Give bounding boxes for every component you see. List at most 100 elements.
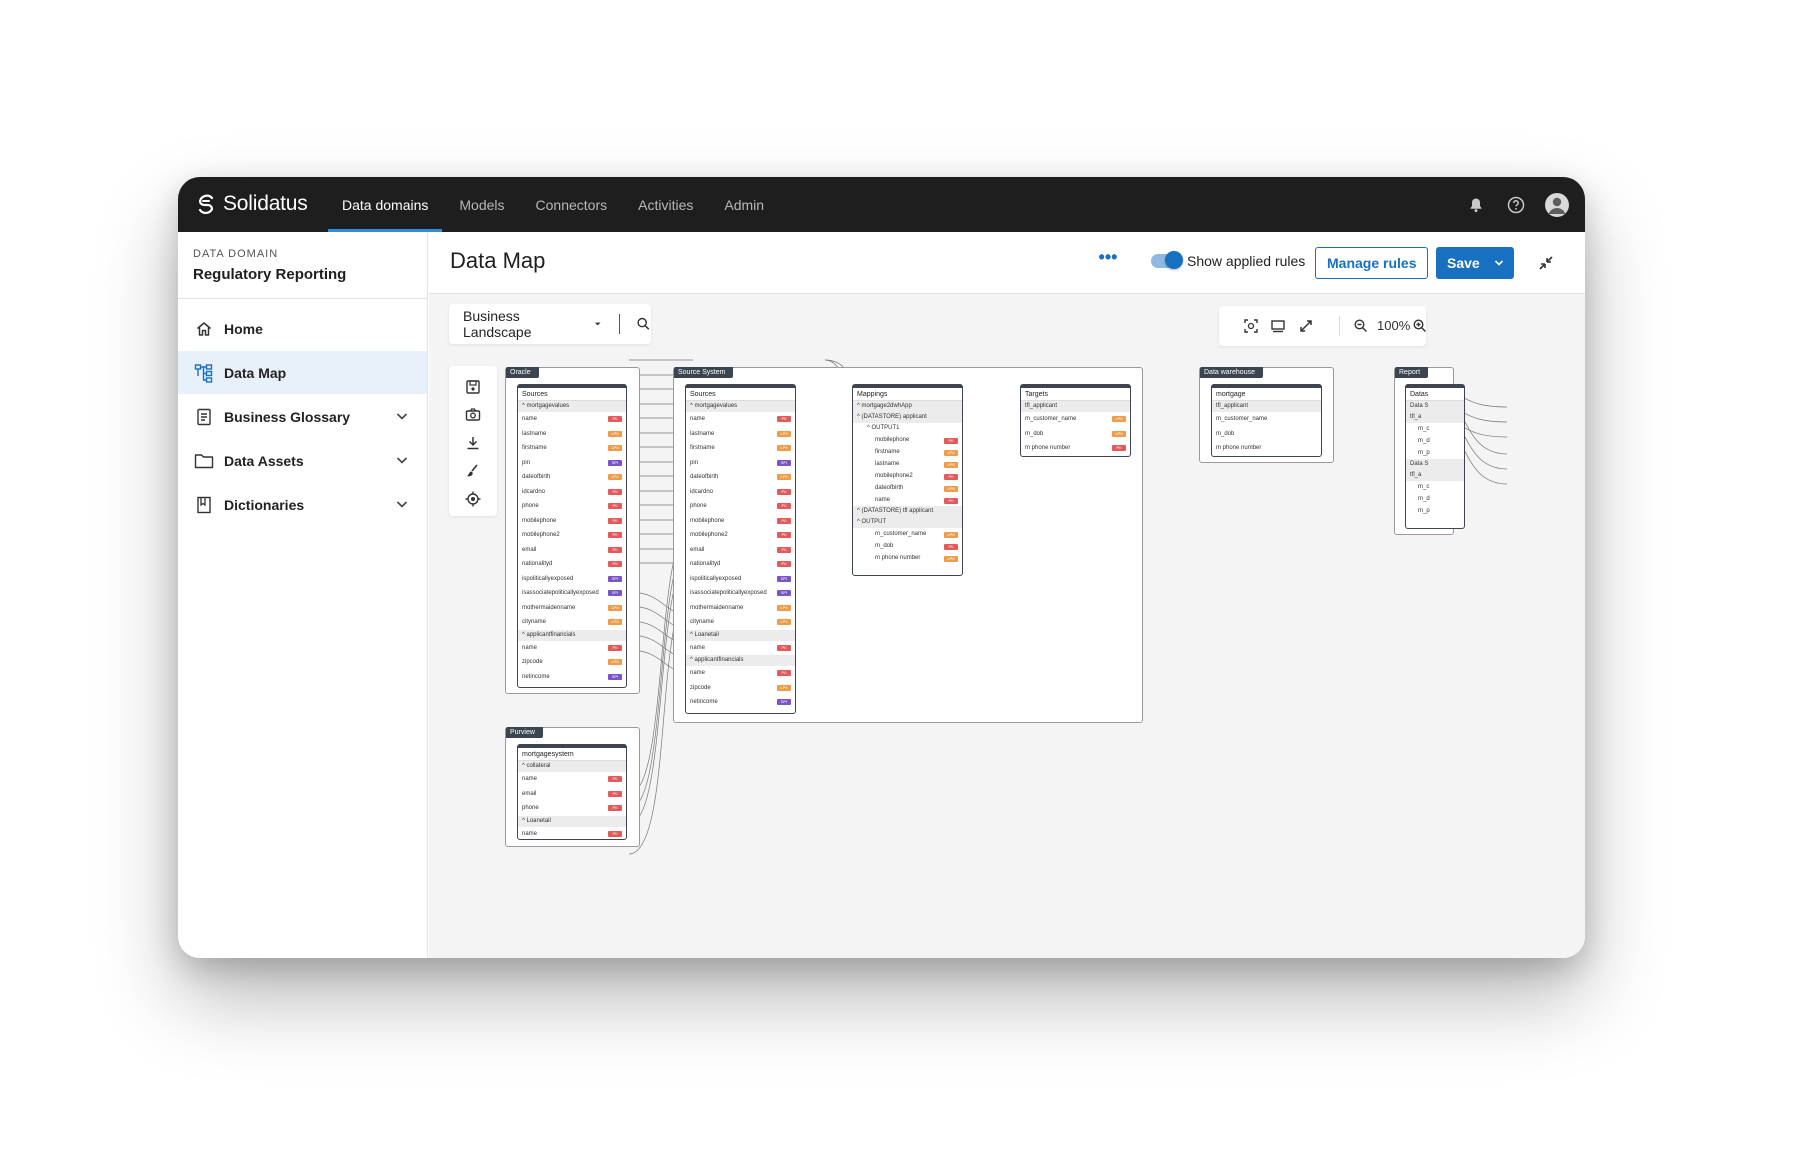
field-row[interactable]: m_d <box>1406 493 1464 505</box>
field-row[interactable]: mobilephone PII <box>686 514 795 529</box>
field-row[interactable]: name PII <box>686 641 795 656</box>
fit-screen-icon[interactable] <box>1243 318 1259 334</box>
account-avatar[interactable] <box>1545 192 1569 217</box>
field-row[interactable]: m_c <box>1406 423 1464 435</box>
entity-section[interactable]: ^ collateral <box>518 761 626 772</box>
field-row[interactable]: email PII <box>518 543 626 558</box>
field-row[interactable]: m_dob PII <box>853 540 962 552</box>
field-row[interactable]: m_customer_name LPII <box>853 528 962 540</box>
landscape-dropdown[interactable]: Business Landscape <box>463 308 585 340</box>
field-row[interactable]: m phone number LPII <box>853 552 962 564</box>
field-row[interactable]: name PII <box>686 666 795 681</box>
field-row[interactable]: phone PII <box>518 801 626 816</box>
field-row[interactable]: mothermaidenname LPII <box>518 601 626 616</box>
field-row[interactable]: availableincomeSPI <box>686 710 795 714</box>
field-row[interactable]: cityname LPII <box>686 615 795 630</box>
field-row[interactable]: m_p <box>1406 447 1464 459</box>
entity-section[interactable]: ^ applicantfinancials <box>518 629 626 641</box>
entity-report[interactable]: Datas Data Stfl_a m_c m_d m_p Data Stfl_a m_c… <box>1405 384 1465 529</box>
nav-models[interactable]: Models <box>445 177 518 232</box>
entity-section[interactable]: ^ Loanetail <box>518 815 626 827</box>
nav-admin[interactable]: Admin <box>710 177 778 232</box>
field-row[interactable]: lastname LPII <box>686 427 795 442</box>
field-row[interactable]: m_c <box>1406 481 1464 493</box>
field-row[interactable]: m_dob <box>1212 427 1321 442</box>
field-row[interactable]: cityname LPII <box>518 615 626 630</box>
entity-section[interactable]: ^ mortgagevalues <box>686 401 795 412</box>
sidebar-item-data-map[interactable]: Data Map <box>178 351 427 394</box>
entity-section[interactable]: Data S <box>1406 401 1464 412</box>
sidebar-item-home[interactable]: Home <box>178 307 427 350</box>
field-row[interactable]: name PII <box>518 641 626 656</box>
field-row[interactable]: dateofbirth LPII <box>853 482 962 494</box>
sidebar-item-dictionaries[interactable]: Dictionaries <box>178 483 427 526</box>
chevron-down-icon[interactable] <box>395 497 409 511</box>
field-row[interactable]: phone PII <box>518 499 626 514</box>
field-row[interactable]: ispoliticallyexposed SPI <box>518 572 626 587</box>
field-row[interactable]: email PII <box>518 787 626 802</box>
field-row[interactable]: nationalityd PII <box>686 557 795 572</box>
field-row[interactable]: name PII <box>518 772 626 787</box>
bell-icon[interactable] <box>1465 194 1487 216</box>
field-row[interactable]: email PII <box>686 543 795 558</box>
field-row[interactable]: m_customer_name <box>1212 412 1321 427</box>
field-row[interactable]: zipcode LPII <box>686 681 795 696</box>
field-row[interactable]: lastname LPII <box>853 458 962 470</box>
collapse-icon[interactable] <box>1536 253 1556 273</box>
field-row[interactable]: nationalityd PII <box>518 557 626 572</box>
entity-section[interactable]: ^ Loanetail <box>686 629 795 641</box>
field-row[interactable]: isassociatepoliticallyexposed SPI <box>518 586 626 601</box>
solidatus-logo[interactable]: Solidatus <box>195 189 308 219</box>
manage-rules-button[interactable]: Manage rules <box>1315 247 1429 279</box>
field-row[interactable]: name PII <box>518 412 626 427</box>
field-row[interactable]: name PII <box>853 494 962 506</box>
field-row[interactable]: pin SPI <box>518 456 626 471</box>
field-row[interactable]: availableincomeSPI <box>518 684 626 687</box>
layout-icon[interactable] <box>1270 318 1286 334</box>
field-row[interactable]: dateofbirth LPII <box>518 470 626 485</box>
field-row[interactable]: name PII <box>686 412 795 427</box>
paint-brush-icon[interactable] <box>464 462 482 480</box>
entity-warehouse-mortgage[interactable]: mortgage tfl_applicant m_customer_name m_… <box>1211 384 1322 457</box>
zoom-in-icon[interactable] <box>1412 318 1428 334</box>
field-row[interactable]: m_customer_name LPII <box>1021 412 1130 427</box>
nav-connectors[interactable]: Connectors <box>522 177 622 232</box>
field-row[interactable]: netincome SPI <box>518 670 626 685</box>
field-row[interactable]: m phone number <box>1212 441 1321 456</box>
field-row[interactable]: idcardno PII <box>518 485 626 500</box>
entity-section[interactable]: ^ OUTPUT <box>853 517 962 528</box>
more-options-button[interactable]: ••• <box>1096 248 1120 274</box>
field-row[interactable]: name PII <box>518 827 626 840</box>
field-row[interactable]: m phone number PII <box>1021 441 1130 456</box>
show-applied-rules-toggle[interactable] <box>1151 251 1183 269</box>
field-row[interactable]: m_d <box>1406 435 1464 447</box>
camera-icon[interactable] <box>464 406 482 424</box>
chevron-down-icon[interactable] <box>395 453 409 467</box>
entity-section[interactable]: ^ (DATASTORE) tfl applicant <box>853 506 962 517</box>
field-row[interactable]: mobilephone PII <box>518 514 626 529</box>
field-row[interactable]: m_p <box>1406 505 1464 517</box>
chevron-down-icon[interactable] <box>395 409 409 423</box>
field-row[interactable]: zipcode LPII <box>518 655 626 670</box>
entity-section[interactable]: ^ mortgage2dwhApp <box>853 401 962 412</box>
field-row[interactable]: m_dob LPII <box>1021 427 1130 442</box>
entity-section[interactable]: tfl_a <box>1406 412 1464 423</box>
field-row[interactable]: mobilephone2 PII <box>853 470 962 482</box>
sidebar-item-business-glossary[interactable]: Business Glossary <box>178 395 427 438</box>
field-row[interactable]: firstname LPII <box>518 441 626 456</box>
save-button[interactable]: Save <box>1436 247 1514 279</box>
field-row[interactable]: mobilephone2 PII <box>686 528 795 543</box>
entity-section[interactable]: ^ applicantfinancials <box>686 655 795 666</box>
entity-subsection[interactable]: ^ OUTPUT1 <box>853 423 962 434</box>
field-row[interactable]: idcardno PII <box>686 485 795 500</box>
search-icon[interactable] <box>636 316 651 332</box>
zoom-out-icon[interactable] <box>1353 318 1369 334</box>
help-icon[interactable] <box>1505 194 1527 216</box>
entity-section[interactable]: Data S <box>1406 459 1464 470</box>
field-row[interactable]: pin SPI <box>686 456 795 471</box>
field-row[interactable]: lastname LPII <box>518 427 626 442</box>
sidebar-item-data-assets[interactable]: Data Assets <box>178 439 427 482</box>
entity-oracle-sources[interactable]: Sources ^ mortgagevalues name PII lastname L… <box>517 384 627 688</box>
data-map-canvas[interactable]: Business Landscape 100% Oracle Source Sy… <box>429 294 1585 958</box>
entity-section[interactable]: ^ mortgagevalues <box>518 401 626 412</box>
